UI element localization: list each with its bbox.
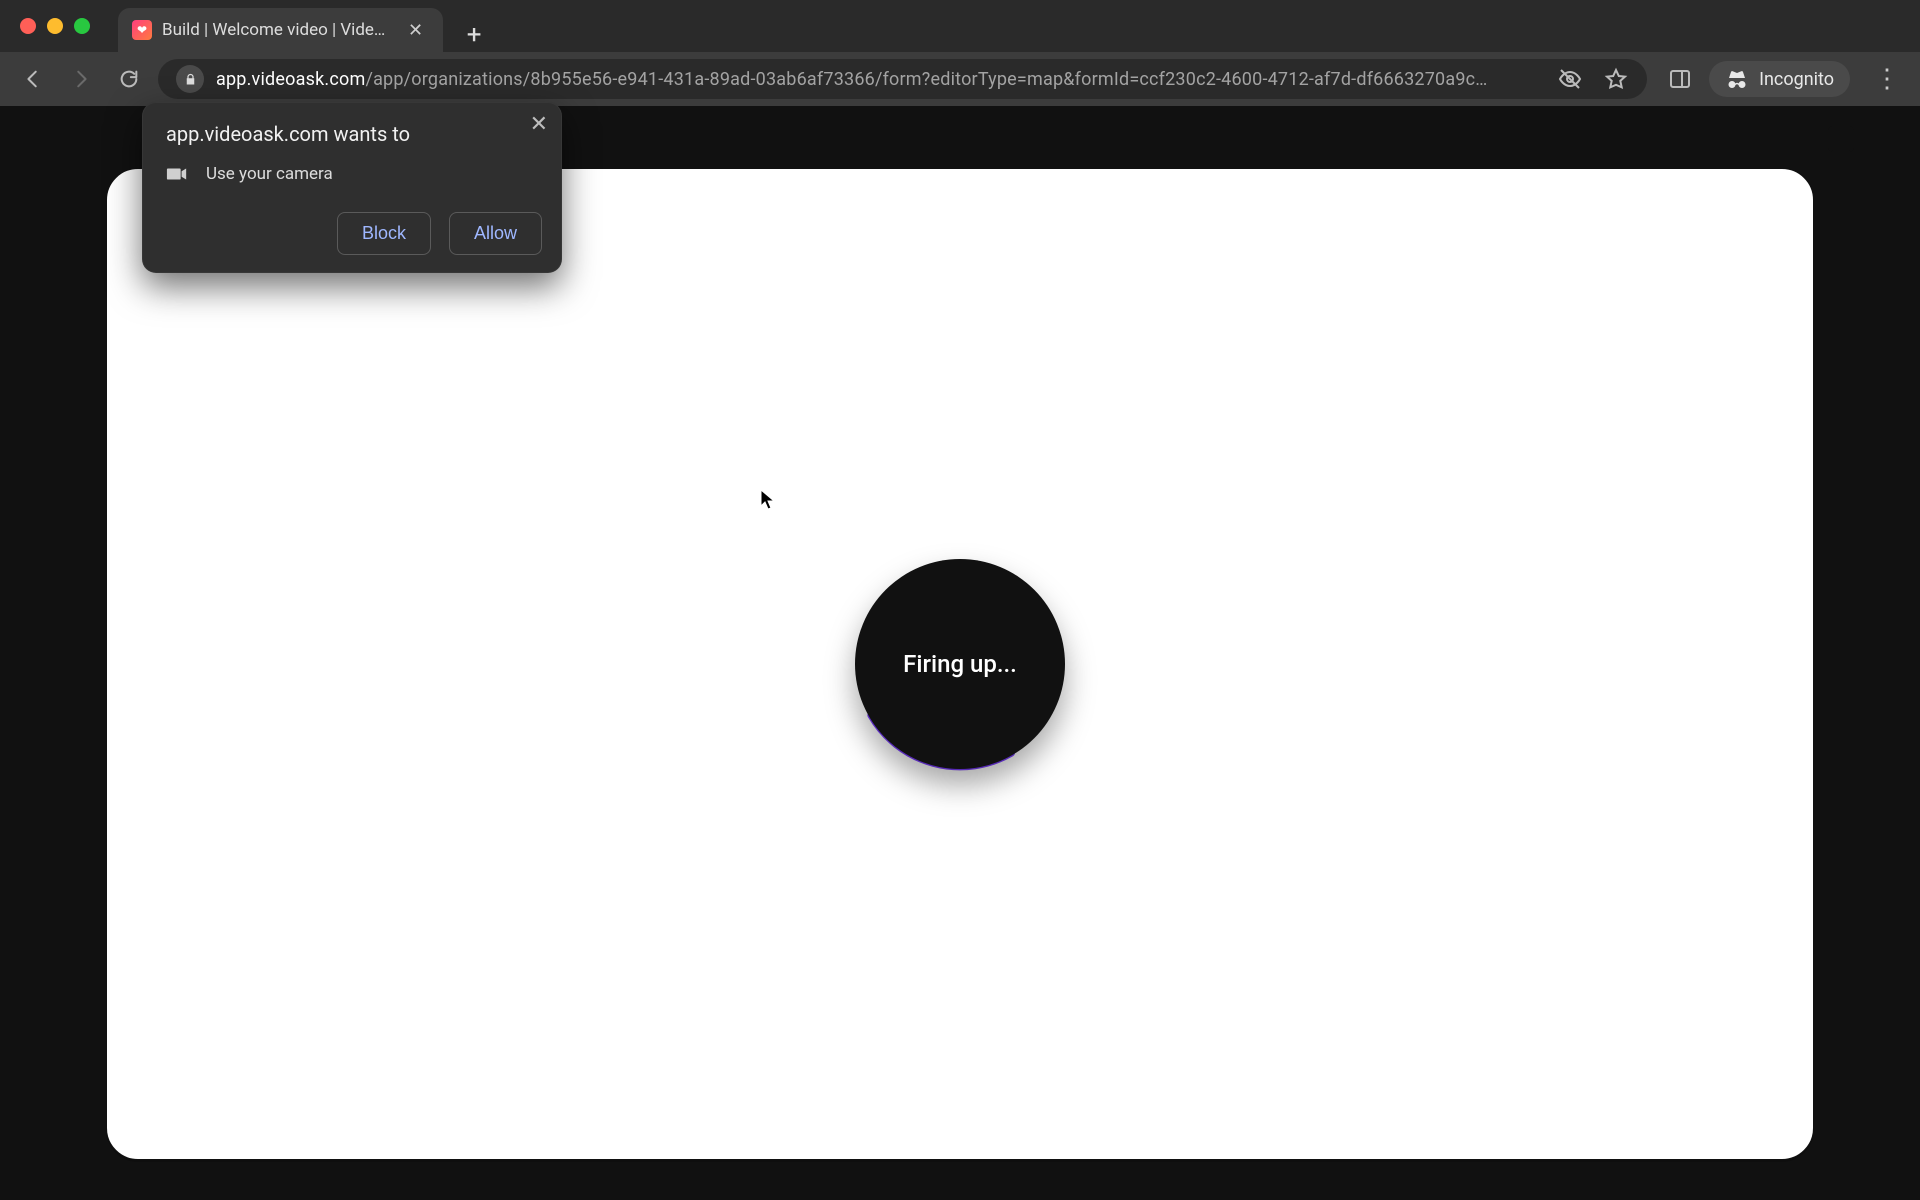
tab-title: Build | Welcome video | VideoA: [162, 20, 392, 40]
window-close-button[interactable]: [20, 18, 36, 34]
tabstrip: ❤ Build | Welcome video | VideoA ✕ +: [118, 0, 491, 52]
permission-popover: ✕ app.videoask.com wants to Use your cam…: [142, 102, 562, 273]
loader: Firing up...: [850, 554, 1070, 774]
incognito-icon: [1725, 67, 1749, 91]
browser-window: ❤ Build | Welcome video | VideoA ✕ + app…: [0, 0, 1920, 1200]
bookmark-star-icon[interactable]: [1603, 66, 1629, 92]
incognito-eye-icon[interactable]: [1557, 66, 1583, 92]
app-modal-card: Firing up...: [106, 168, 1814, 1160]
forward-button[interactable]: [62, 60, 100, 98]
window-minimize-button[interactable]: [47, 18, 63, 34]
window-maximize-button[interactable]: [74, 18, 90, 34]
address-text: app.videoask.com/app/organizations/8b955…: [216, 69, 1488, 90]
site-info-button[interactable]: [176, 65, 204, 93]
url-domain: app.videoask.com: [216, 69, 365, 90]
modal-close-button[interactable]: [1821, 119, 1861, 159]
address-bar-actions: [1557, 66, 1629, 92]
titlebar: ❤ Build | Welcome video | VideoA ✕ +: [0, 0, 1920, 52]
back-button[interactable]: [14, 60, 52, 98]
window-controls: [20, 18, 90, 34]
permission-title: app.videoask.com wants to: [166, 122, 542, 146]
camera-icon: [166, 166, 188, 182]
loader-label: Firing up...: [855, 559, 1065, 769]
tab-close-button[interactable]: ✕: [402, 18, 429, 43]
permission-request-text: Use your camera: [206, 164, 333, 184]
browser-tab[interactable]: ❤ Build | Welcome video | VideoA ✕: [118, 8, 443, 52]
address-bar[interactable]: app.videoask.com/app/organizations/8b955…: [158, 59, 1647, 99]
new-tab-button[interactable]: +: [457, 18, 491, 52]
tab-favicon-icon: ❤: [132, 20, 152, 40]
permission-allow-button[interactable]: Allow: [449, 212, 542, 255]
incognito-label: Incognito: [1759, 69, 1834, 90]
permission-close-button[interactable]: ✕: [530, 112, 548, 137]
incognito-indicator[interactable]: Incognito: [1709, 61, 1850, 97]
permission-block-button[interactable]: Block: [337, 212, 431, 255]
browser-toolbar: app.videoask.com/app/organizations/8b955…: [0, 52, 1920, 106]
side-panel-icon[interactable]: [1667, 66, 1693, 92]
url-path: /app/organizations/8b955e56-e941-431a-89…: [365, 69, 1487, 90]
permission-actions: Block Allow: [166, 212, 542, 255]
browser-menu-button[interactable]: ⋮: [1868, 64, 1906, 94]
permission-request-row: Use your camera: [166, 164, 542, 184]
reload-button[interactable]: [110, 60, 148, 98]
